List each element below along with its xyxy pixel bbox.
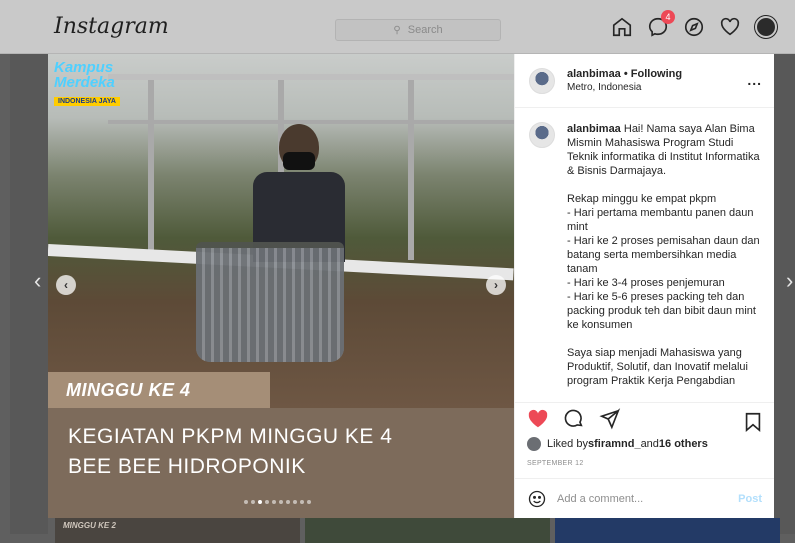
caption-username[interactable]: alanbimaa (567, 123, 621, 135)
background-post (10, 54, 48, 534)
next-post-arrow[interactable]: › (786, 268, 793, 294)
carousel-dot (272, 500, 276, 504)
search-placeholder: Search (407, 24, 443, 36)
emoji-icon[interactable] (527, 489, 547, 509)
post-headline: KEGIATAN PKPM MINGGU KE 4 BEE BEE HIDROP… (68, 425, 393, 478)
caption-area[interactable]: alanbimaa Hai! Nama saya Alan Bima Mismi… (515, 108, 774, 402)
notification-badge: 4 (661, 10, 675, 24)
carousel-dot (286, 500, 290, 504)
author-username[interactable]: alanbimaa (567, 68, 621, 80)
background-post: MINGGU KE 2 (55, 518, 300, 543)
nav-icons: 4 (611, 10, 777, 38)
post-photo: Kampus Merdeka INDONESIA JAYA (48, 54, 514, 408)
carousel-dot (279, 500, 283, 504)
week-tag: MINGGU KE 4 (48, 372, 270, 408)
share-icon[interactable] (599, 407, 621, 435)
carousel-next-button[interactable]: › (486, 275, 506, 295)
post-side-panel: alanbimaa • Following Metro, Indonesia .… (514, 54, 774, 518)
post-caption: alanbimaa Hai! Nama saya Alan Bima Mismi… (567, 122, 760, 402)
heart-icon[interactable] (719, 16, 741, 38)
background-thumb-label: MINGGU KE 2 (63, 521, 116, 530)
likes-others[interactable]: 16 others (659, 438, 708, 450)
more-options-icon[interactable]: ... (747, 72, 762, 88)
kampus-merdeka-logo: Kampus Merdeka INDONESIA JAYA (54, 60, 142, 108)
comment-box: Post (515, 478, 774, 518)
carousel-dot (307, 500, 311, 504)
top-navigation: Instagram ⚲ Search 4 (0, 0, 795, 54)
post-location[interactable]: Metro, Indonesia (567, 82, 682, 93)
home-icon[interactable] (611, 16, 633, 38)
liker-avatar (527, 437, 541, 451)
caption-text: Hai! Nama saya Alan Bima Mismin Mahasisw… (567, 123, 760, 387)
explore-icon[interactable] (683, 16, 705, 38)
carousel-dot (258, 500, 262, 504)
follow-status[interactable]: • Following (624, 68, 682, 80)
post-date[interactable]: SEPTEMBER 12 (515, 452, 774, 478)
carousel-prev-button[interactable]: ‹ (56, 275, 76, 295)
post-header: alanbimaa • Following Metro, Indonesia .… (515, 54, 774, 108)
comment-input[interactable] (557, 492, 739, 505)
background-post (555, 518, 780, 543)
caption-avatar[interactable] (529, 122, 555, 148)
carousel-dot (265, 500, 269, 504)
likes-summary[interactable]: Liked by sfiramnd_ and 16 others (527, 437, 762, 451)
carousel-dot (244, 500, 248, 504)
search-icon: ⚲ (393, 25, 401, 36)
like-heart-icon[interactable] (527, 408, 549, 435)
author-line: alanbimaa • Following (567, 68, 682, 80)
post-media: Kampus Merdeka INDONESIA JAYA MINGGU KE … (48, 54, 514, 518)
previous-post-arrow[interactable]: ‹ (34, 268, 41, 294)
carousel-indicator (244, 500, 311, 504)
background-post (774, 54, 795, 534)
liker-username[interactable]: sfiramnd_ (588, 438, 641, 450)
post-modal: Kampus Merdeka INDONESIA JAYA MINGGU KE … (48, 54, 774, 518)
harvest-basket (196, 242, 344, 362)
carousel-dot (251, 500, 255, 504)
author-avatar[interactable] (529, 67, 555, 94)
instagram-logo[interactable]: Instagram (54, 14, 169, 39)
carousel-dot (293, 500, 297, 504)
action-bar: Liked by sfiramnd_ and 16 others (515, 402, 774, 452)
profile-avatar[interactable] (755, 16, 777, 38)
carousel-dot (300, 500, 304, 504)
background-post (305, 518, 550, 543)
comment-icon[interactable] (563, 408, 585, 435)
post-comment-button[interactable]: Post (738, 493, 762, 505)
bookmark-icon[interactable] (742, 411, 764, 438)
direct-message-icon[interactable]: 4 (647, 10, 675, 38)
search-box[interactable]: ⚲ Search (335, 19, 501, 41)
